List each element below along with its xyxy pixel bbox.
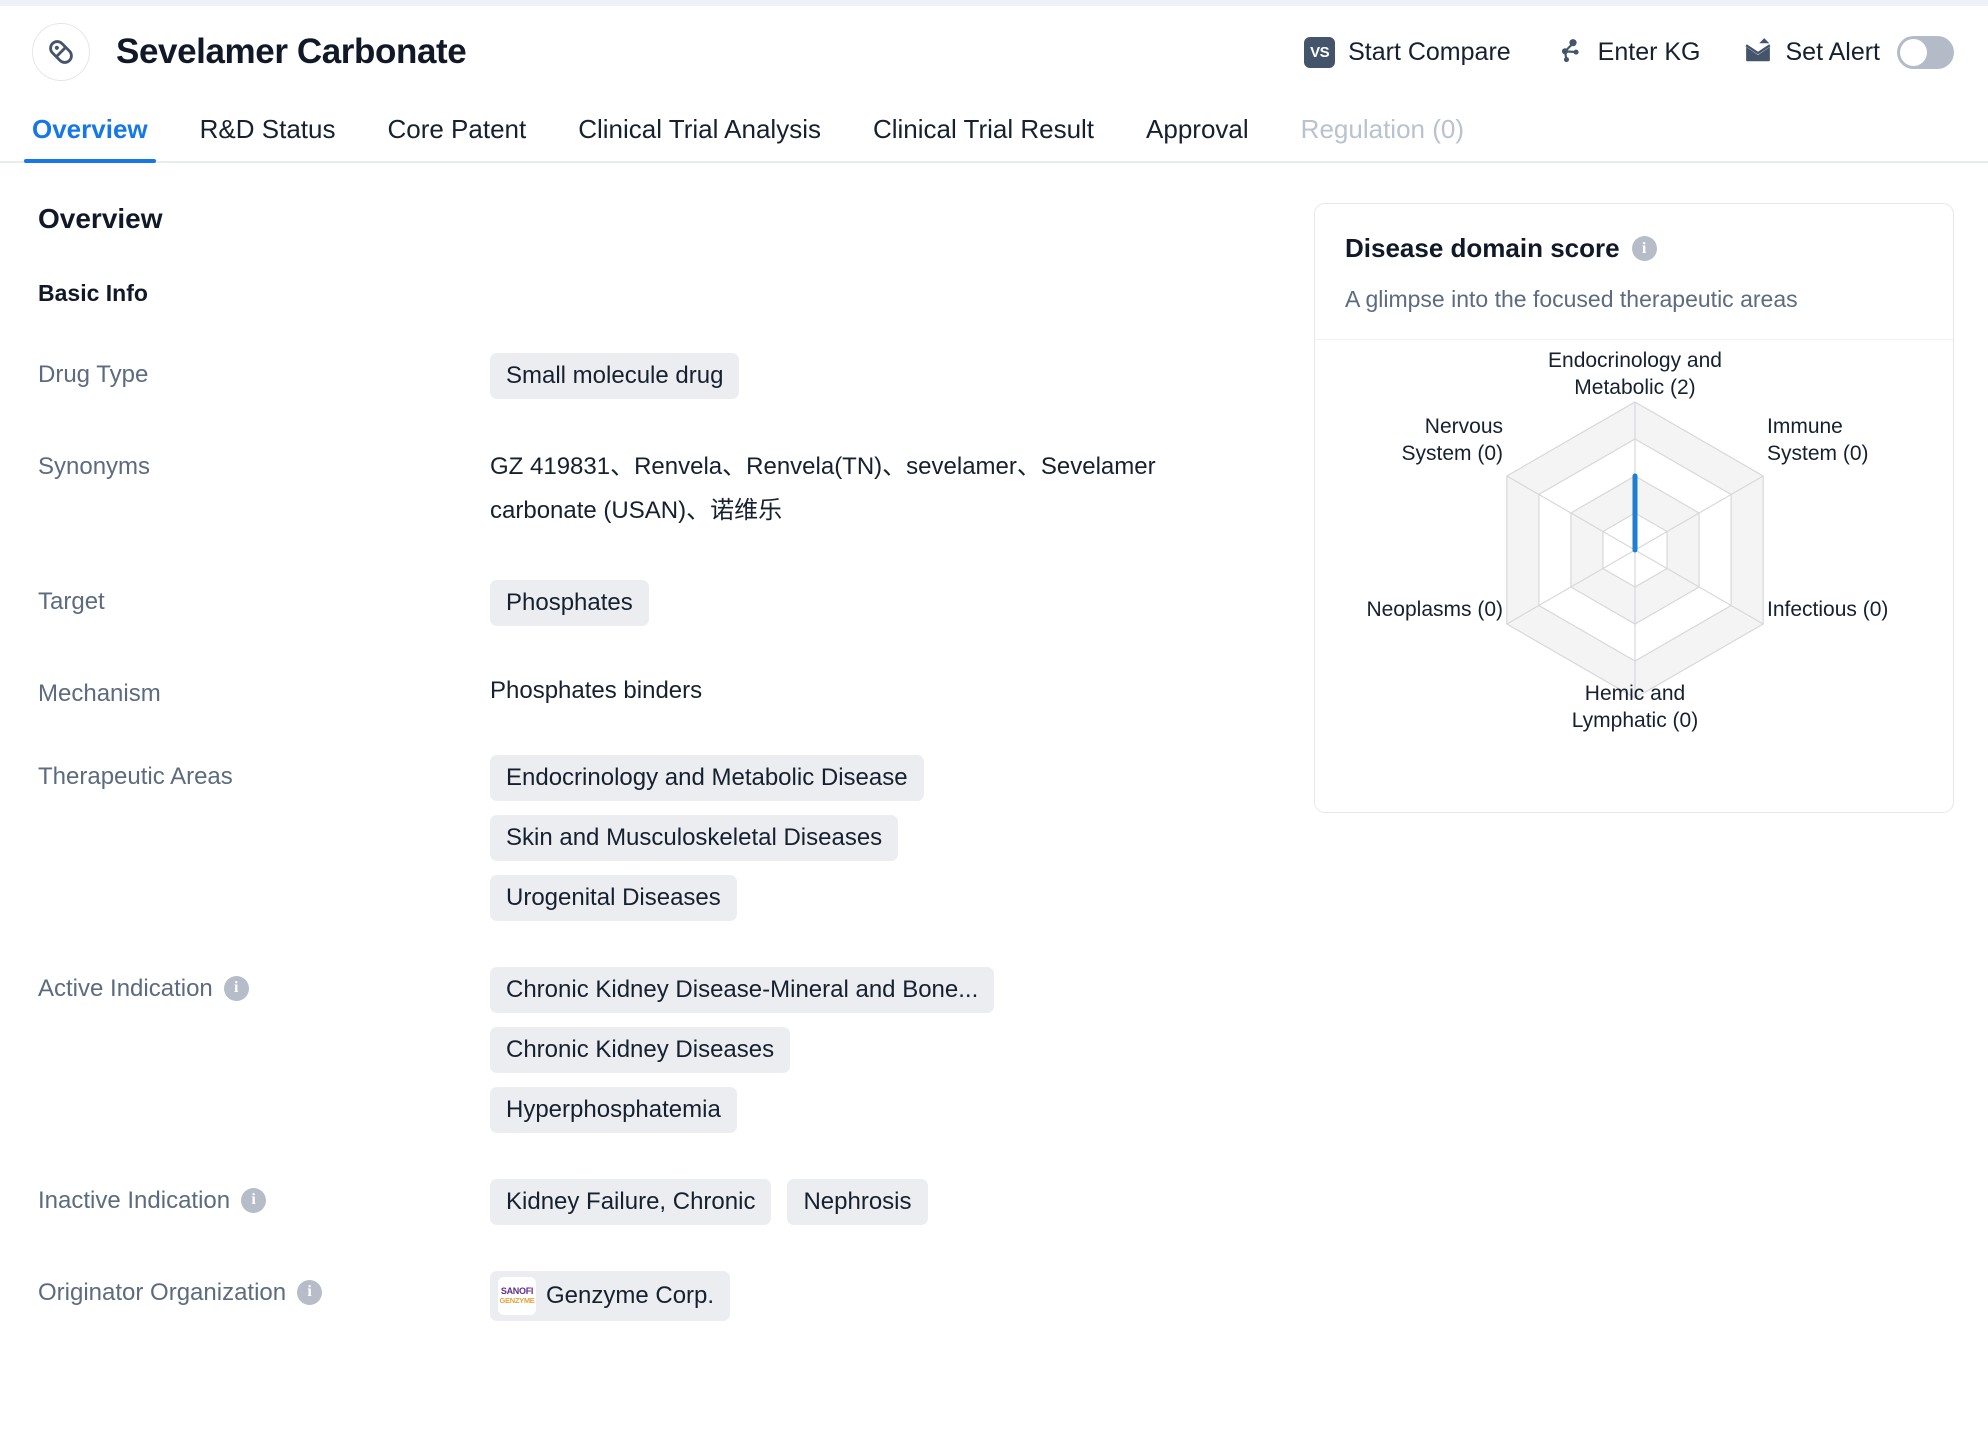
radar-axis-label-nervous: Nervous System (0)	[1401, 415, 1503, 465]
chip-active-indication[interactable]: Chronic Kidney Disease-Mineral and Bone.…	[490, 966, 995, 1013]
chip-inactive-indication[interactable]: Kidney Failure, Chronic	[490, 1178, 772, 1225]
chip-active-indication[interactable]: Hyperphosphatemia	[490, 1086, 737, 1133]
field-value-therapeutic-areas: Endocrinology and Metabolic Disease Skin…	[490, 754, 1290, 921]
tab-regulation: Regulation (0)	[1301, 114, 1464, 161]
knowledge-graph-icon	[1553, 34, 1585, 71]
radar-axis-label-neoplasms: Neoplasms (0)	[1366, 598, 1503, 621]
info-icon[interactable]: i	[241, 1188, 267, 1214]
chip-group-originator: SANOFI GENZYME Genzyme Corp.	[490, 1270, 1290, 1321]
overview-heading: Overview	[38, 203, 163, 234]
field-target: Target Phosphates	[38, 579, 1290, 626]
field-label-therapeutic-areas: Therapeutic Areas	[38, 762, 233, 790]
radar-axis-label-hemic: Hemic and Lymphatic (0)	[1571, 682, 1699, 732]
logo-line-1: SANOFI	[500, 1286, 534, 1297]
field-label-originator-organization: Originator Organization i	[38, 1271, 490, 1308]
field-value-synonyms: GZ 419831、Renvela、Renvela(TN)、sevelamer、…	[490, 445, 1290, 534]
tab-overview[interactable]: Overview	[24, 114, 156, 163]
toggle-knob	[1900, 38, 1927, 66]
field-value-target: Phosphates	[490, 579, 1290, 626]
chip-therapeutic-area[interactable]: Skin and Musculoskeletal Diseases	[490, 814, 899, 861]
field-label-synonyms: Synonyms	[38, 453, 151, 480]
score-card-body: Endocrinology and Metabolic (2) Immune S…	[1315, 339, 1953, 812]
chip-therapeutic-area[interactable]: Urogenital Diseases	[490, 874, 737, 921]
chip-target[interactable]: Phosphates	[490, 579, 649, 626]
vs-badge-icon: VS	[1304, 36, 1336, 68]
start-compare-button[interactable]: VS Start Compare	[1304, 36, 1511, 68]
set-alert-label: Set Alert	[1785, 37, 1881, 66]
chip-group-inactive-indication: Kidney Failure, Chronic Nephrosis	[490, 1178, 1290, 1225]
field-value-active-indication: Chronic Kidney Disease-Mineral and Bone.…	[490, 966, 1290, 1133]
chip-group-target: Phosphates	[490, 579, 1290, 626]
chip-group-therapeutic-areas: Endocrinology and Metabolic Disease Skin…	[490, 754, 1290, 921]
tab-bar: Overview R&D Status Core Patent Clinical…	[0, 98, 1988, 163]
basic-info-panel: Overview Basic Info Drug Type Small mole…	[0, 203, 1290, 1321]
field-label-active-indication: Active Indication i	[38, 967, 490, 1004]
sanofi-genzyme-logo-icon: SANOFI GENZYME	[498, 1276, 536, 1315]
field-label-inactive-indication: Inactive Indication i	[38, 1179, 490, 1216]
field-value-drug-type: Small molecule drug	[490, 353, 1290, 399]
field-value-originator-organization: SANOFI GENZYME Genzyme Corp.	[490, 1270, 1290, 1321]
synonyms-text: GZ 419831、Renvela、Renvela(TN)、sevelamer、…	[490, 453, 1156, 525]
chip-originator-company[interactable]: SANOFI GENZYME Genzyme Corp.	[490, 1270, 731, 1321]
score-card-subtitle: A glimpse into the focused therapeutic a…	[1345, 286, 1798, 312]
tab-approval[interactable]: Approval	[1146, 114, 1249, 161]
tab-clinical-trial-analysis[interactable]: Clinical Trial Analysis	[578, 114, 821, 161]
info-icon[interactable]: i	[1631, 236, 1657, 261]
field-label-target: Target	[38, 587, 105, 615]
score-panel: Disease domain score i A glimpse into th…	[1290, 203, 1954, 1321]
info-icon[interactable]: i	[223, 976, 249, 1002]
set-alert-toggle[interactable]	[1897, 35, 1954, 69]
page-header: Sevelamer Carbonate VS Start Compare Ent…	[0, 6, 1988, 98]
header-actions: VS Start Compare Enter KG Set Alert	[1304, 34, 1954, 71]
chip-drug-type[interactable]: Small molecule drug	[490, 353, 740, 399]
drug-detail-page: Sevelamer Carbonate VS Start Compare Ent…	[0, 0, 1988, 1448]
page-title: Sevelamer Carbonate	[116, 32, 467, 71]
field-value-mechanism: Phosphates binders	[490, 672, 1290, 709]
field-therapeutic-areas: Therapeutic Areas Endocrinology and Meta…	[38, 754, 1290, 921]
set-alert-button[interactable]: Set Alert	[1743, 35, 1954, 70]
score-card-title: Disease domain score i	[1345, 233, 1923, 264]
enter-kg-button[interactable]: Enter KG	[1553, 34, 1701, 71]
basic-info-heading: Basic Info	[38, 280, 148, 306]
field-label-drug-type: Drug Type	[38, 361, 149, 388]
chip-inactive-indication[interactable]: Nephrosis	[787, 1178, 928, 1225]
field-originator-organization: Originator Organization i SANOFI GENZYME…	[38, 1270, 1290, 1321]
radar-chart: Endocrinology and Metabolic (2) Immune S…	[1315, 349, 1953, 786]
start-compare-label: Start Compare	[1348, 37, 1511, 66]
field-active-indication: Active Indication i Chronic Kidney Disea…	[38, 966, 1290, 1133]
logo-line-2: GENZYME	[499, 1296, 535, 1306]
page-content: Overview Basic Info Drug Type Small mole…	[0, 163, 1988, 1321]
tab-rd-status[interactable]: R&D Status	[200, 114, 336, 161]
alert-envelope-icon	[1743, 35, 1773, 70]
enter-kg-label: Enter KG	[1597, 37, 1701, 66]
chip-group-active-indication: Chronic Kidney Disease-Mineral and Bone.…	[490, 966, 1050, 1133]
tab-clinical-trial-result[interactable]: Clinical Trial Result	[873, 114, 1094, 161]
chip-therapeutic-area[interactable]: Endocrinology and Metabolic Disease	[490, 754, 924, 801]
field-inactive-indication: Inactive Indication i Kidney Failure, Ch…	[38, 1178, 1290, 1225]
radar-axis-label-endocrinology: Endocrinology and Metabolic (2)	[1548, 349, 1722, 399]
disease-domain-score-card: Disease domain score i A glimpse into th…	[1314, 203, 1954, 813]
field-synonyms: Synonyms GZ 419831、Renvela、Renvela(TN)、s…	[38, 445, 1290, 534]
field-drug-type: Drug Type Small molecule drug	[38, 353, 1290, 399]
info-icon[interactable]: i	[297, 1280, 323, 1306]
radar-axis-label-immune: Immune System (0)	[1767, 415, 1869, 465]
originator-company-name: Genzyme Corp.	[546, 1281, 715, 1309]
capsule-icon	[32, 23, 90, 81]
field-mechanism: Mechanism Phosphates binders	[38, 672, 1290, 709]
chip-active-indication[interactable]: Chronic Kidney Diseases	[490, 1026, 791, 1073]
field-value-inactive-indication: Kidney Failure, Chronic Nephrosis	[490, 1178, 1290, 1225]
score-card-header: Disease domain score i A glimpse into th…	[1315, 204, 1953, 339]
radar-axis-label-infectious: Infectious (0)	[1767, 598, 1889, 621]
tab-core-patent[interactable]: Core Patent	[387, 114, 526, 161]
field-label-mechanism: Mechanism	[38, 679, 161, 707]
chip-group-drug-type: Small molecule drug	[490, 353, 1290, 399]
mechanism-text: Phosphates binders	[490, 676, 703, 704]
